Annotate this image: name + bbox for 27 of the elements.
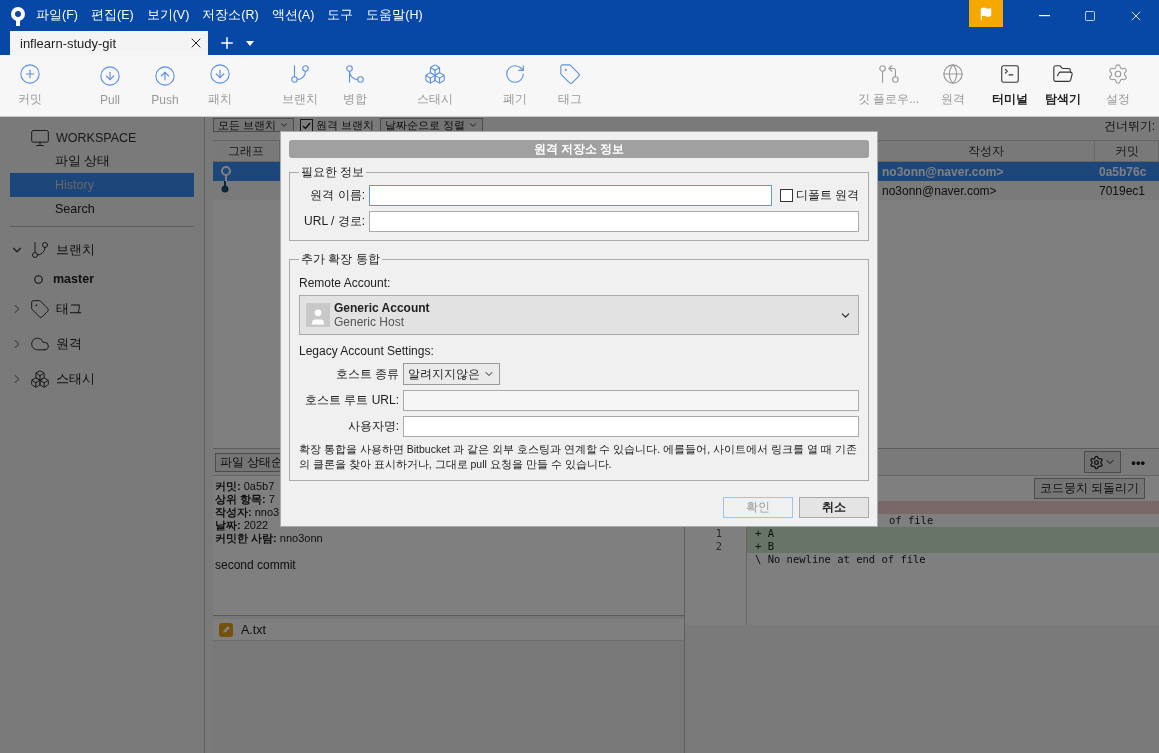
commit-detail: 날짜: 2022 [215, 519, 270, 532]
table-cell-text: 7019ec1 [1098, 182, 1147, 200]
commit-detail: 커밋: 0a5b7 [215, 480, 276, 493]
group-title: 필요한 정보 [300, 164, 366, 181]
field-label: URL / 경로: [303, 213, 365, 230]
account-host: Generic Host [334, 315, 406, 329]
section-title: WORKSPACE [56, 131, 137, 145]
skip-label: 건너뛰기: [1103, 118, 1155, 135]
table-cell-text: 0a5b76c [1098, 163, 1148, 181]
commit-detail: 작성자: nno3 [215, 506, 281, 519]
field-label: Legacy Account Settings: [299, 344, 435, 358]
commit-message: second commit [215, 558, 297, 572]
table-cell-text: no3onn@naver.com> [881, 163, 1005, 181]
field-label: 원격 이름: [309, 187, 365, 204]
diff-line: \ No newline at end of file [685, 553, 1159, 566]
help-text: 확장 통합을 사용하면 Bitbucket 과 같은 외부 호스팅과 연계할 수 있습니다. 에를들어, 사이트에서 링크를 열 때 기존의 클론을 찾아 표시하거나, 그대로 pull 요청을 만들 수 있습니다. [299, 442, 858, 472]
column-header: 커밋 [1095, 141, 1159, 161]
table-cell-text: no3onn@naver.com> [881, 182, 998, 200]
group-title: 추가 확장 통합 [300, 251, 381, 268]
field-label: Remote Account: [299, 276, 392, 290]
dialog-title: 원격 저장소 정보 [289, 140, 869, 158]
field-label: 호스트 루트 URL: [304, 392, 399, 409]
field-label: 사용자명: [346, 418, 399, 435]
field-label: 호스트 종류 [334, 365, 399, 383]
commit-detail: 커밋한 사람: nno3onn [215, 532, 324, 545]
account-name: Generic Account [334, 301, 431, 315]
commit-detail: 상위 항목: 7 [215, 493, 276, 506]
